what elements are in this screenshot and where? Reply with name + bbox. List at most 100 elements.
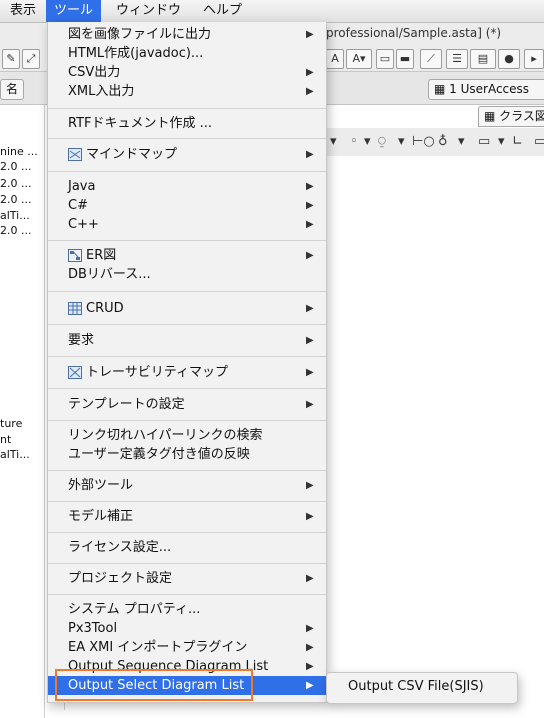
stroke-style-icon[interactable]: ▤ (470, 49, 496, 69)
menu-item-px3tool[interactable]: Px3Tool ▶ (48, 619, 326, 638)
menu-item-project-settings[interactable]: プロジェクト設定 ▶ (48, 569, 326, 588)
dropdown-icon[interactable]: ▾ (398, 134, 405, 149)
line-color-icon[interactable]: ▭ (376, 49, 394, 69)
font-color-dropdown[interactable]: A▾ (346, 49, 372, 69)
mindmap-icon (68, 148, 82, 161)
menu-item-crud[interactable]: CRUD ▶ (48, 299, 326, 318)
menu-item-er-diagram[interactable]: ER図 ▶ (48, 246, 326, 265)
submenu-item-output-csv-sjis[interactable]: Output CSV File(SJIS) (348, 679, 484, 694)
menu-item-cpp[interactable]: C++ ▶ (48, 215, 326, 234)
tree-item[interactable]: alTi... (0, 209, 30, 222)
submenu-arrow-icon: ▶ (306, 29, 314, 40)
line-style-icon[interactable]: ▭ (478, 134, 490, 149)
menu-separator (48, 594, 326, 595)
align-icon[interactable]: ☰ (446, 49, 468, 69)
submenu-arrow-icon: ▶ (306, 680, 314, 691)
highlight-annotation (55, 669, 253, 701)
menu-item-mindmap[interactable]: マインドマップ ▶ (48, 145, 326, 164)
submenu-arrow-icon: ▶ (306, 480, 314, 491)
menu-item-model-correction[interactable]: モデル補正 ▶ (48, 507, 326, 526)
er-diagram-icon (68, 249, 82, 262)
menu-separator (48, 108, 326, 109)
text-color-icon[interactable]: A (326, 49, 344, 69)
menu-item-java[interactable]: Java ▶ (48, 177, 326, 196)
menu-item-broken-link-search[interactable]: リンク切れハイパーリンクの検索 (48, 426, 326, 445)
menu-separator (48, 470, 326, 471)
menu-separator (48, 240, 326, 241)
tab-left[interactable]: 名 (0, 79, 25, 100)
tree-item[interactable]: 2.0 ... (0, 224, 31, 237)
menu-item-external-tools[interactable]: 外部ツール ▶ (48, 476, 326, 495)
menu-view[interactable]: 表示 (2, 0, 44, 22)
menu-tools[interactable]: ツール (46, 0, 102, 22)
tree-item[interactable]: ture (0, 417, 22, 430)
submenu-arrow-icon: ▶ (306, 303, 314, 314)
menu-item-ea-xmi-import[interactable]: EA XMI インポートプラグイン ▶ (48, 638, 326, 657)
submenu-arrow-icon: ▶ (306, 623, 314, 634)
tree-item[interactable]: alTi... (0, 448, 30, 461)
menu-item-template-settings[interactable]: テンプレートの設定 ▶ (48, 395, 326, 414)
menu-item-requirements[interactable]: 要求 ▶ (48, 331, 326, 350)
submenu-arrow-icon: ▶ (306, 573, 314, 584)
submenu-arrow-icon: ▶ (306, 661, 314, 672)
connector-icon[interactable]: ⟋ (420, 49, 442, 69)
submenu-arrow-icon: ▶ (306, 149, 314, 160)
class-diagram-icon: ▦ (484, 109, 500, 123)
menu-help[interactable]: ヘルプ (195, 0, 250, 22)
menu-window[interactable]: ウィンドウ (108, 0, 189, 22)
more-icon[interactable]: ▸ (524, 49, 544, 69)
shape-style-icon[interactable]: ● (498, 49, 520, 69)
tab-class-diagram[interactable]: ▦ クラス図 (478, 106, 544, 127)
menu-item-csv-output[interactable]: CSV出力 ▶ (48, 63, 326, 82)
menu-item-apply-tagged-values[interactable]: ユーザー定義タグ付き値の反映 (48, 445, 326, 464)
menu-separator (48, 420, 326, 421)
dropdown-icon[interactable]: ▾ (364, 134, 371, 149)
note-icon[interactable]: ▭ (534, 134, 544, 149)
submenu-arrow-icon: ▶ (306, 86, 314, 97)
menu-separator (48, 563, 326, 564)
initial-node-icon[interactable]: ◦ (350, 134, 358, 149)
diagram-icon: ▦ (434, 82, 450, 96)
menu-item-system-properties[interactable]: システム プロパティ... (48, 600, 326, 619)
menu-separator (48, 171, 326, 172)
interface-icon[interactable]: ⊢○ (412, 134, 435, 149)
menu-item-html-javadoc[interactable]: HTML作成(javadoc)... (48, 44, 326, 63)
menu-item-traceability-map[interactable]: トレーサビリティマップ ▶ (48, 363, 326, 382)
submenu-arrow-icon: ▶ (306, 200, 314, 211)
menu-separator (48, 356, 326, 357)
traceability-map-icon (68, 366, 82, 379)
dependency-icon[interactable]: ♁ (438, 134, 448, 149)
fill-color-icon[interactable]: ▬ (396, 49, 414, 69)
structure-tree-pane: nine ... 2.0 ... 2.0 ... 2.0 ... alTi...… (0, 105, 45, 718)
menu-item-csharp[interactable]: C# ▶ (48, 196, 326, 215)
tool-icon[interactable]: ✎ (2, 49, 20, 69)
submenu-arrow-icon: ▶ (306, 67, 314, 78)
submenu-arrow-icon: ▶ (306, 250, 314, 261)
menu-item-rtf-document[interactable]: RTFドキュメント作成 ... (48, 114, 326, 133)
tree-item[interactable]: 2.0 ... (0, 193, 31, 206)
menu-item-xml-io[interactable]: XML入出力 ▶ (48, 82, 326, 101)
tree-item[interactable]: 2.0 ... (0, 160, 31, 173)
menu-item-db-reverse[interactable]: DBリバース... (48, 265, 326, 284)
menu-separator (48, 138, 326, 139)
tab-user-access[interactable]: ▦ 1 UserAccess (428, 79, 544, 100)
tree-item[interactable]: nine ... (0, 145, 38, 158)
zoom-fit-icon[interactable]: ⤢ (22, 49, 40, 69)
dropdown-icon[interactable]: ▾ (458, 134, 465, 149)
note-anchor-icon[interactable]: ∟ (512, 134, 523, 149)
actor-icon[interactable]: ⍜ (378, 134, 386, 149)
select-tool-icon[interactable]: ▾ (330, 134, 337, 149)
tree-item[interactable]: 2.0 ... (0, 177, 31, 190)
menu-item-export-image[interactable]: 図を画像ファイルに出力 ▶ (48, 25, 326, 44)
diagram-canvas[interactable] (320, 160, 544, 718)
menu-separator (48, 388, 326, 389)
crud-icon (68, 302, 82, 315)
output-select-diagram-submenu: Output CSV File(SJIS) (326, 672, 518, 704)
submenu-arrow-icon: ▶ (306, 399, 314, 410)
submenu-arrow-icon: ▶ (306, 335, 314, 346)
tree-item[interactable]: nt (0, 433, 11, 446)
dropdown-icon[interactable]: ▾ (498, 134, 505, 149)
submenu-arrow-icon: ▶ (306, 642, 314, 653)
menu-item-license-settings[interactable]: ライセンス設定... (48, 538, 326, 557)
menu-separator (48, 501, 326, 502)
